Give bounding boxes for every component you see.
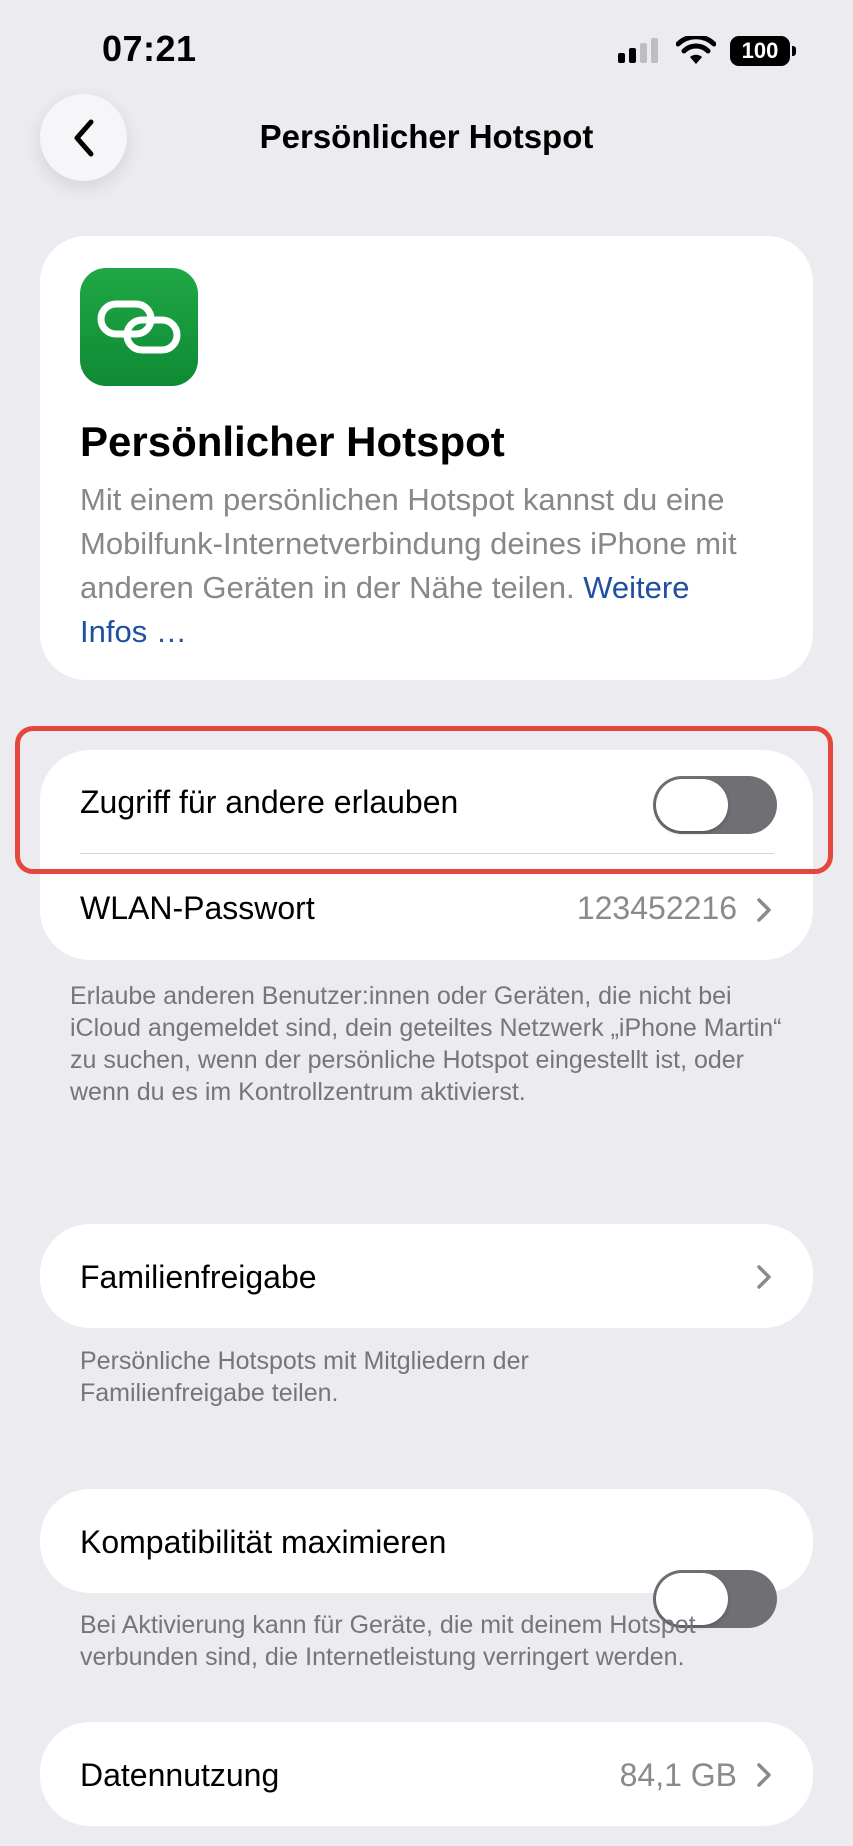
hotspot-app-icon [80,268,198,386]
battery-icon: 100 [730,36,796,66]
wifi-password-label[interactable]: WLAN-Passwort [80,890,315,927]
link-icon [97,300,181,354]
data-usage-label: Datennutzung [80,1757,280,1793]
compatibility-label: Kompatibilität maximieren [80,1524,447,1560]
family-note: Persönliche Hotspots mit Mitgliedern der… [80,1347,529,1407]
chevron-right-icon [757,1265,771,1289]
wifi-icon [676,36,716,64]
page-title: Persönlicher Hotspot [259,118,594,155]
cellular-signal-icon [618,38,658,63]
chevron-right-icon[interactable] [756,897,772,923]
battery-level: 100 [741,38,779,63]
wifi-password-value[interactable]: 123452216 [577,890,737,927]
chevron-right-icon [757,1763,771,1787]
compatibility-note: Bei Aktivierung kann für Geräte, die mit… [80,1611,696,1671]
hero-title: Persönlicher Hotspot [80,418,505,465]
family-sharing-label: Familienfreigabe [80,1259,317,1295]
highlight-box [15,726,833,874]
hero-description: Mit einem persönlichen Hotspot kannst du… [80,478,760,654]
status-time: 07:21 [102,28,197,69]
access-note: Erlaube anderen Benutzer:innen oder Gerä… [70,982,782,1106]
data-usage-value: 84,1 GB [619,1757,737,1793]
status-icons: 100 [618,34,796,68]
